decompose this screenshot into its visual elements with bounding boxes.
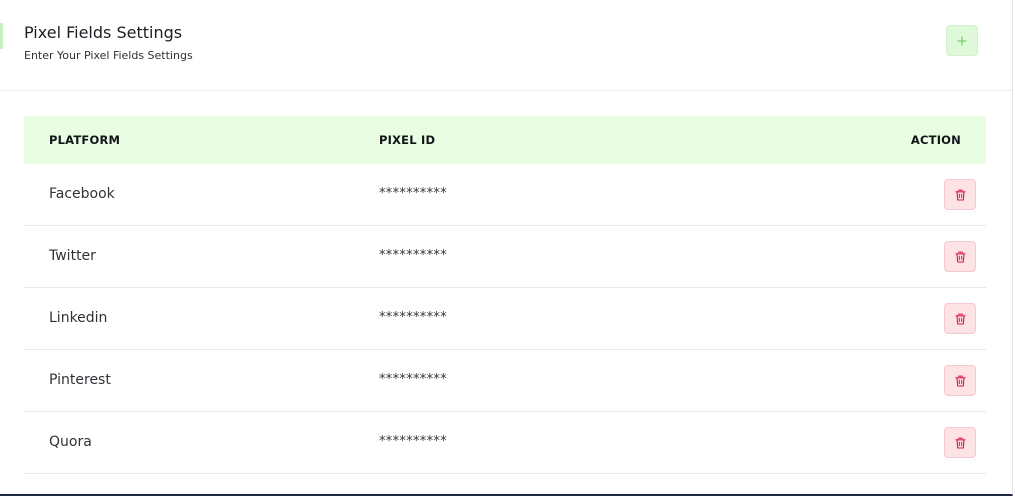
platform-cell: Quora (49, 434, 92, 450)
pixel-table: PLATFORM PIXEL ID ACTION Facebook ******… (24, 116, 986, 474)
delete-button[interactable] (944, 365, 976, 396)
delete-button[interactable] (944, 179, 976, 210)
trash-icon (954, 251, 966, 263)
table-row: Facebook ********** (24, 164, 986, 226)
table-row: Quora ********** (24, 412, 986, 474)
pixel-settings-card: Pixel Fields Settings Enter Your Pixel F… (0, 0, 1013, 496)
delete-button[interactable] (944, 241, 976, 272)
table-row: Pinterest ********** (24, 350, 986, 412)
trash-icon (954, 189, 966, 201)
platform-cell: Facebook (49, 186, 115, 202)
page-title: Pixel Fields Settings (24, 23, 183, 42)
add-pixel-button[interactable] (946, 25, 978, 56)
card-header: Pixel Fields Settings Enter Your Pixel F… (0, 0, 1012, 91)
platform-cell: Pinterest (49, 372, 111, 388)
table-row: Linkedin ********** (24, 288, 986, 350)
trash-icon (954, 313, 966, 325)
table-row: Twitter ********** (24, 226, 986, 288)
column-header-action: ACTION (910, 133, 961, 147)
pixel-id-cell: ********** (379, 310, 447, 325)
table-header: PLATFORM PIXEL ID ACTION (24, 116, 986, 164)
pixel-id-cell: ********** (379, 186, 447, 201)
delete-button[interactable] (944, 303, 976, 334)
table-body: Facebook ********** Twitter ********** L… (24, 164, 986, 474)
plus-icon (957, 35, 967, 46)
trash-icon (954, 437, 966, 449)
column-header-pixel-id: PIXEL ID (379, 133, 436, 147)
platform-cell: Linkedin (49, 310, 108, 326)
pixel-id-cell: ********** (379, 372, 447, 387)
pixel-id-cell: ********** (379, 248, 447, 263)
trash-icon (954, 375, 966, 387)
pixel-id-cell: ********** (379, 434, 447, 449)
column-header-platform: PLATFORM (49, 133, 121, 147)
platform-cell: Twitter (49, 248, 96, 264)
delete-button[interactable] (944, 427, 976, 458)
page-subtitle: Enter Your Pixel Fields Settings (24, 49, 193, 62)
